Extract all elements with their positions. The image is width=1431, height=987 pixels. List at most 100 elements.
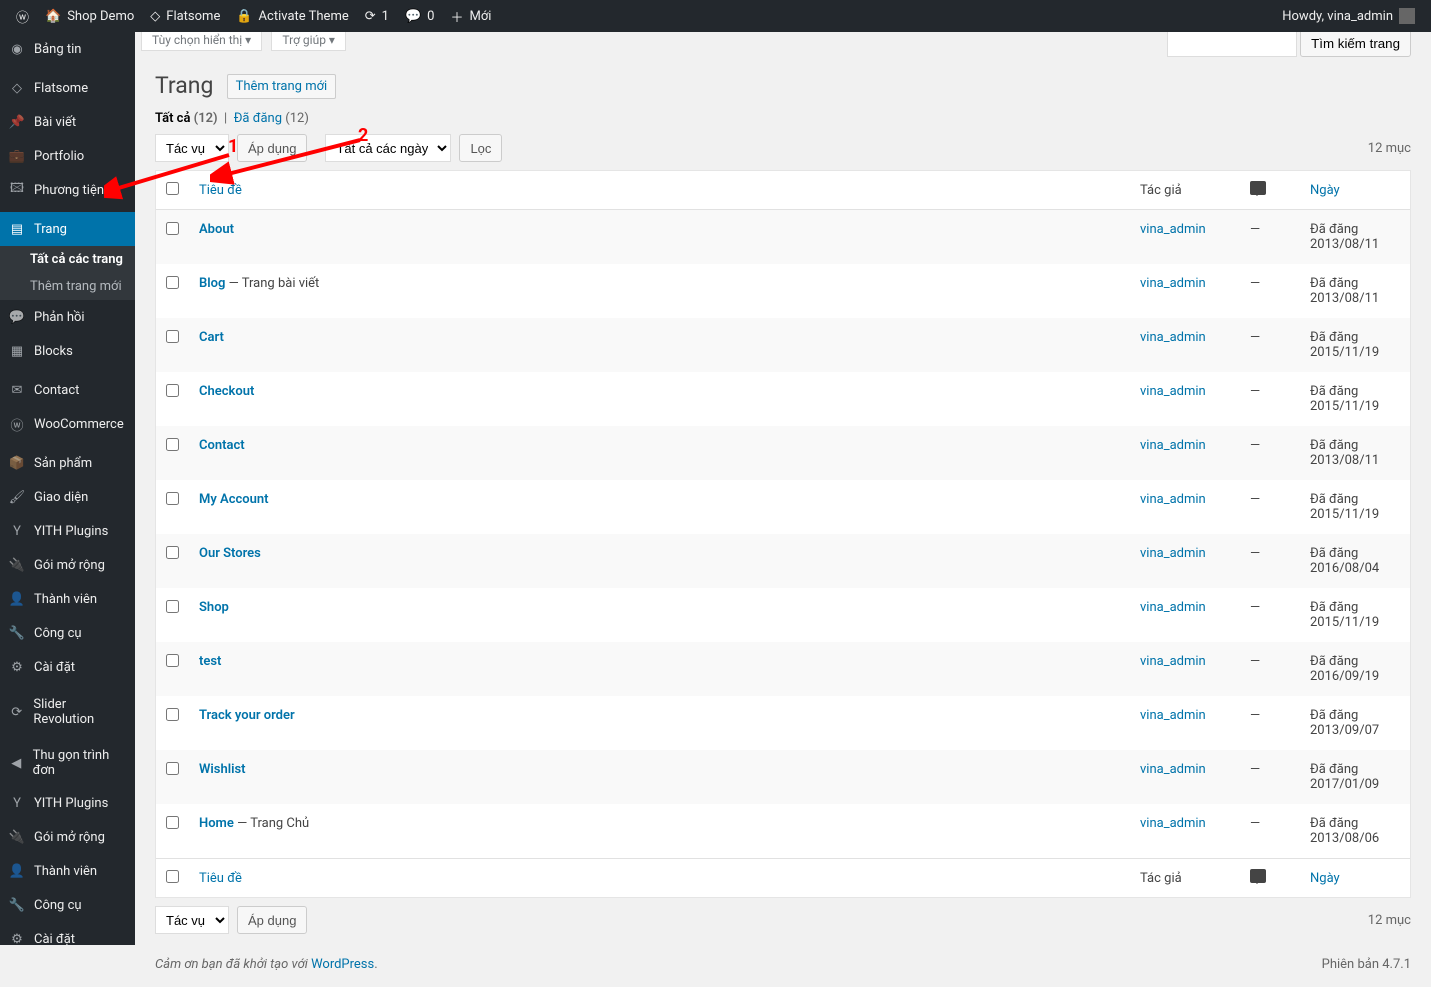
admin-menu: ◉Bảng tin ◇Flatsome📌Bài viết💼Portfolio🖾Ph…	[0, 32, 135, 945]
row-author-link[interactable]: vina_admin	[1140, 600, 1206, 615]
screen-meta-links: Tùy chọn hiển thị Trợ giúp	[135, 30, 1411, 51]
submenu-thêm-trang-mới[interactable]: Thêm trang mới	[0, 273, 135, 300]
row-comments: —	[1240, 588, 1300, 642]
row-author-link[interactable]: vina_admin	[1140, 546, 1206, 561]
sidebar-item-cài-đặt[interactable]: ⚙Cài đặt	[0, 922, 135, 945]
row-checkbox[interactable]	[166, 600, 179, 613]
row-title-link[interactable]: Cart	[199, 330, 224, 345]
sidebar-item-phương-tiện[interactable]: 🖾Phương tiện	[0, 173, 135, 207]
submenu-tất-cả-các-trang[interactable]: Tất cả các trang	[0, 246, 135, 273]
row-title-link[interactable]: Home	[199, 816, 234, 831]
flatsome-link[interactable]: ◇Flatsome	[142, 0, 228, 32]
row-title-link[interactable]: Wishlist	[199, 762, 246, 777]
updates-count: 1	[382, 9, 389, 24]
sidebar-item-bảng-tin[interactable]: ◉Bảng tin	[0, 32, 135, 66]
row-title-link[interactable]: test	[199, 654, 221, 669]
row-title-link[interactable]: About	[199, 222, 234, 237]
row-author-link[interactable]: vina_admin	[1140, 276, 1206, 291]
filter-button[interactable]: Lọc	[459, 134, 502, 162]
sidebar-item-giao-diện[interactable]: 🖌Giao diện	[0, 480, 135, 514]
select-all-bottom[interactable]	[166, 870, 179, 883]
sidebar-item-gói-mở-rộng[interactable]: 🔌 Gói mở rộng	[0, 548, 135, 582]
col-date-foot[interactable]: Ngày	[1310, 871, 1340, 886]
row-author-link[interactable]: vina_admin	[1140, 762, 1206, 777]
sidebar-item-slider-revolution[interactable]: ⟳Slider Revolution	[0, 689, 135, 735]
sidebar-item-phản-hồi[interactable]: 💬Phản hồi	[0, 300, 135, 334]
help-btn[interactable]: Trợ giúp	[271, 30, 346, 51]
col-date[interactable]: Ngày	[1310, 183, 1340, 198]
row-checkbox[interactable]	[166, 546, 179, 559]
row-author-link[interactable]: vina_admin	[1140, 330, 1206, 345]
row-checkbox[interactable]	[166, 438, 179, 451]
row-author-link[interactable]: vina_admin	[1140, 708, 1206, 723]
row-author-link[interactable]: vina_admin	[1140, 438, 1206, 453]
my-account[interactable]: Howdy, vina_admin	[1274, 0, 1423, 32]
wp-logo[interactable]: ⓦ	[8, 0, 37, 32]
row-title-suffix: — Trang bài viết	[225, 276, 319, 291]
bulk-action-select[interactable]: Tác vụ	[155, 134, 229, 162]
sidebar-item-trang[interactable]: ▤Trang	[0, 212, 135, 246]
row-checkbox[interactable]	[166, 276, 179, 289]
row-title-link[interactable]: Contact	[199, 438, 245, 453]
sidebar-item-cài-đặt[interactable]: ⚙Cài đặt	[0, 650, 135, 684]
bulk-action-select-bottom[interactable]: Tác vụ	[155, 906, 229, 934]
sidebar-item-công-cụ[interactable]: 🔧Công cụ	[0, 616, 135, 650]
sidebar-item-yith-plugins[interactable]: YYITH Plugins	[0, 786, 135, 820]
row-title-link[interactable]: Our Stores	[199, 546, 261, 561]
row-author-link[interactable]: vina_admin	[1140, 384, 1206, 399]
table-row: Shopvina_admin—Đã đăng2015/11/19	[156, 588, 1410, 642]
sidebar-item-thành-viên[interactable]: 👤Thành viên	[0, 854, 135, 888]
screen-options-btn[interactable]: Tùy chọn hiển thị	[141, 30, 262, 51]
updates-link[interactable]: ⟳1	[357, 0, 397, 32]
sidebar-item-thành-viên[interactable]: 👤Thành viên	[0, 582, 135, 616]
sidebar-item-woocommerce[interactable]: ⓦWooCommerce	[0, 407, 135, 441]
sidebar-item-label: Gói mở rộng	[34, 558, 105, 573]
sidebar-item-công-cụ[interactable]: 🔧Công cụ	[0, 888, 135, 922]
sidebar-item-gói-mở-rộng[interactable]: 🔌Gói mở rộng	[0, 820, 135, 854]
row-title-link[interactable]: My Account	[199, 492, 269, 507]
activate-theme[interactable]: 🔒Activate Theme	[228, 0, 356, 32]
sidebar-item-portfolio[interactable]: 💼Portfolio	[0, 139, 135, 173]
add-new-button[interactable]: Thêm trang mới	[227, 74, 337, 99]
row-title-link[interactable]: Track your order	[199, 708, 295, 723]
sidebar-item-blocks[interactable]: ▦Blocks	[0, 334, 135, 368]
sidebar-item-flatsome[interactable]: ◇Flatsome	[0, 71, 135, 105]
filter-published[interactable]: Đã đăng (12)	[234, 111, 309, 126]
sidebar-item-contact[interactable]: ✉Contact	[0, 373, 135, 407]
bulk-apply-button-bottom[interactable]: Áp dụng	[237, 906, 307, 934]
row-title-link[interactable]: Checkout	[199, 384, 254, 399]
row-title-link[interactable]: Shop	[199, 600, 229, 615]
filter-all[interactable]: Tất cả (12)	[155, 111, 218, 126]
row-author-link[interactable]: vina_admin	[1140, 816, 1206, 831]
sidebar-item-label: Flatsome	[34, 81, 88, 96]
row-checkbox[interactable]	[166, 222, 179, 235]
row-checkbox[interactable]	[166, 708, 179, 721]
row-checkbox[interactable]	[166, 492, 179, 505]
select-all-top[interactable]	[166, 182, 179, 195]
bulk-apply-button[interactable]: Áp dụng	[237, 134, 307, 162]
row-checkbox[interactable]	[166, 762, 179, 775]
comments-link[interactable]: 💬0	[397, 0, 443, 32]
sidebar-item-label: YITH Plugins	[34, 796, 108, 811]
row-checkbox[interactable]	[166, 384, 179, 397]
site-link[interactable]: 🏠Shop Demo	[37, 0, 142, 32]
row-checkbox[interactable]	[166, 816, 179, 829]
row-title-link[interactable]: Blog	[199, 276, 225, 291]
col-title[interactable]: Tiêu đề	[199, 183, 242, 198]
row-checkbox[interactable]	[166, 654, 179, 667]
row-author-link[interactable]: vina_admin	[1140, 654, 1206, 669]
row-author-link[interactable]: vina_admin	[1140, 492, 1206, 507]
new-content[interactable]: ＋Mới	[442, 0, 499, 32]
row-checkbox[interactable]	[166, 330, 179, 343]
sidebar-item-yith-plugins[interactable]: YYITH Plugins	[0, 514, 135, 548]
plugins-icon: 🔌	[8, 556, 26, 574]
footer-wp-link[interactable]: WordPress	[311, 957, 374, 972]
date-filter-select[interactable]: Tất cả các ngày	[325, 134, 451, 162]
sidebar-item-sản-phẩm[interactable]: 📦Sản phẩm	[0, 446, 135, 480]
row-author-link[interactable]: vina_admin	[1140, 222, 1206, 237]
col-title-foot[interactable]: Tiêu đề	[199, 871, 242, 886]
comment-icon	[1250, 181, 1266, 195]
sidebar-item-bài-viết[interactable]: 📌Bài viết	[0, 105, 135, 139]
sidebar-item-thu-gọn-trình-đơn[interactable]: ◀Thu gọn trình đơn	[0, 740, 135, 786]
sidebar-item-label: Thành viên	[34, 592, 97, 607]
